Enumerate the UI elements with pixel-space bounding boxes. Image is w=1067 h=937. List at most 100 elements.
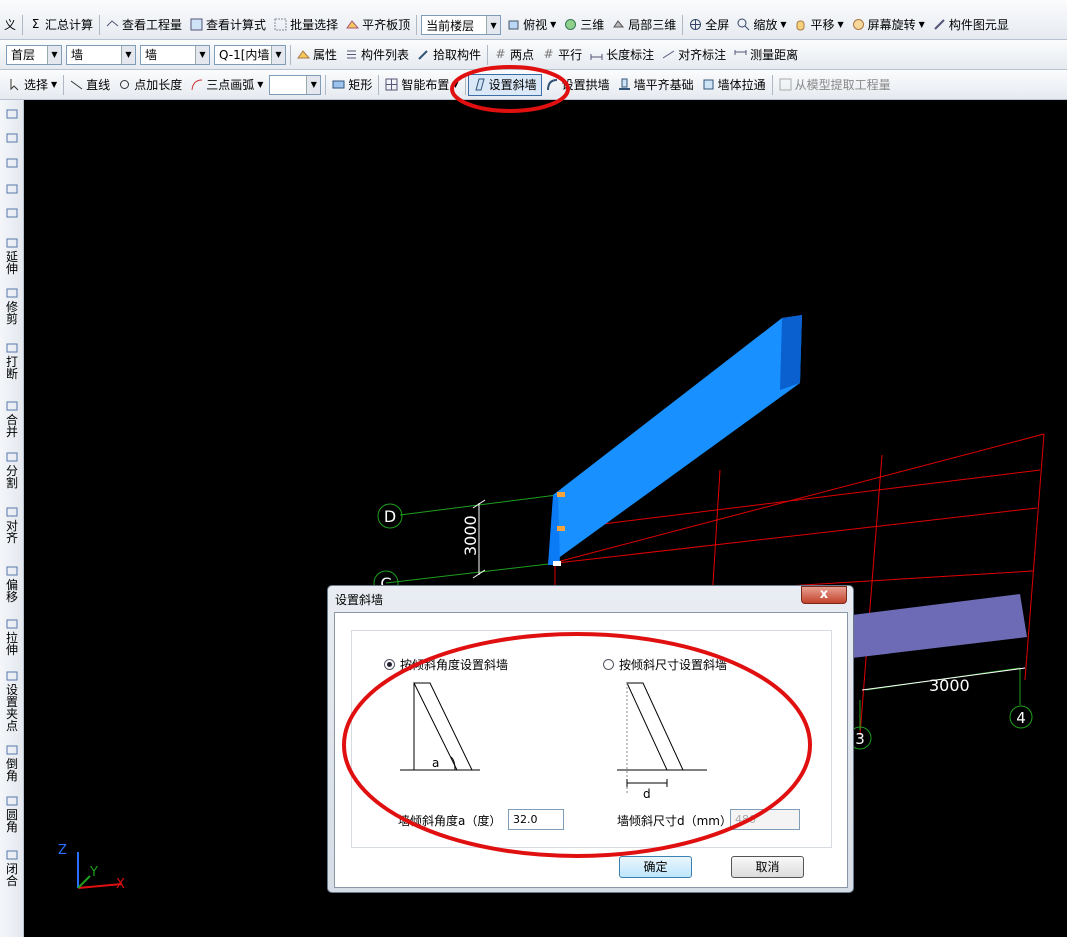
left-tool-rotate[interactable] — [2, 207, 22, 221]
view-formula-button[interactable]: 查看计算式 — [186, 13, 270, 35]
left-tool-trim[interactable]: 修剪 — [2, 287, 22, 325]
divider — [464, 74, 466, 95]
type-select[interactable]: 墙 ▼ — [140, 44, 210, 65]
radio-by-size[interactable]: 按倾斜尺寸设置斜墙 — [603, 656, 727, 673]
point-length-tool[interactable]: 点加长度 — [114, 74, 186, 96]
point-length-icon — [120, 80, 130, 89]
divider — [99, 15, 101, 35]
svg-text:Z: Z — [58, 843, 67, 858]
menu-partial-item[interactable]: 义 — [0, 13, 20, 35]
select-tool[interactable]: 选择 ▼ — [4, 74, 61, 96]
divider — [378, 74, 380, 95]
left-tool-stretch[interactable]: 拉伸 — [2, 618, 22, 656]
hand-icon — [796, 20, 805, 30]
zoom-button[interactable]: 缩放 ▼ — [733, 13, 790, 35]
grid-icon — [385, 78, 398, 91]
left-tool-split[interactable]: 分割 — [2, 451, 22, 489]
left-tool-fillet[interactable]: 圆角 — [2, 795, 22, 833]
left-tool-grip[interactable]: 设置夹点 — [2, 670, 22, 732]
left-tool-extend[interactable]: 延伸 — [2, 237, 22, 275]
chevron-down-icon: ▼ — [486, 16, 501, 34]
view-quantity-button[interactable]: 查看工程量 — [102, 13, 186, 35]
size-input[interactable]: 480 — [730, 809, 800, 830]
left-tool-copy[interactable] — [2, 132, 22, 146]
left-tool-brush[interactable] — [2, 108, 22, 122]
arch-wall-icon — [546, 79, 557, 91]
slanted-wall-shade — [780, 315, 802, 390]
align-slab-button[interactable]: 平齐板顶 — [342, 13, 414, 35]
wall-grip-point[interactable] — [557, 526, 565, 531]
close-shape-icon — [5, 849, 19, 861]
ok-button[interactable]: 确定 — [619, 856, 692, 878]
angle-input[interactable]: 32.0 — [508, 809, 564, 830]
close-button[interactable]: x — [801, 586, 847, 604]
wall-align-foundation-button[interactable]: 墙平齐基础 — [614, 74, 698, 96]
measure-distance-button[interactable]: 测量距离 — [730, 44, 802, 66]
merge-icon — [5, 400, 19, 412]
chevron-down-icon: ▼ — [121, 45, 135, 64]
arc-option-select[interactable]: ▼ — [269, 74, 322, 95]
display-icon — [934, 18, 945, 30]
draw-toolbar: 选择 ▼ 直线 点加长度 三点画弧 ▼ ▼ 矩形 智能布置 ▼ 设置斜墙 设置拱墙 墙… — [0, 70, 1067, 100]
align-dim-icon — [662, 50, 675, 59]
left-tool-offset[interactable]: 偏移 — [2, 565, 22, 603]
divider — [771, 74, 773, 95]
rectangle-tool[interactable]: 矩形 — [328, 74, 376, 96]
wall-stretch-button[interactable]: 墙体拉通 — [698, 74, 770, 96]
close-icon: x — [819, 587, 829, 602]
component-list-button[interactable]: 构件列表 — [341, 44, 413, 66]
batch-select-button[interactable]: 批量选择 — [270, 13, 342, 35]
set-arch-wall-button[interactable]: 设置拱墙 — [542, 74, 614, 96]
break-icon — [5, 342, 19, 354]
left-tool-close-shape[interactable]: 闭合 — [2, 849, 22, 887]
slant-wall-icon — [474, 78, 485, 91]
cancel-button[interactable]: 取消 — [731, 856, 804, 878]
left-tool-align[interactable]: 对齐 — [2, 506, 22, 544]
extract-from-model-button[interactable]: 从模型提取工程量 — [775, 74, 895, 96]
smart-layout-button[interactable]: 智能布置 ▼ — [381, 74, 462, 96]
local-3d-button[interactable]: 局部三维 — [608, 13, 680, 35]
radio-by-angle[interactable]: 按倾斜角度设置斜墙 — [384, 656, 508, 673]
divider — [22, 15, 24, 35]
hash-icon: # — [495, 47, 506, 61]
left-tool-move[interactable] — [2, 183, 22, 197]
wall-grip-point[interactable] — [553, 561, 561, 566]
size-field-label: 墙倾斜尺寸d（mm） — [617, 814, 732, 828]
three-d-button[interactable]: 三维 — [560, 13, 608, 35]
top-view-button[interactable]: 俯视 ▼ — [503, 13, 560, 35]
stretch-icon — [5, 618, 19, 630]
3d-icon — [565, 18, 577, 30]
set-slant-wall-button[interactable]: 设置斜墙 — [467, 73, 542, 96]
floor-dropdown[interactable]: 当前楼层 ▼ — [421, 15, 502, 35]
parallel-button[interactable]: # 平行 — [538, 44, 586, 66]
component-select[interactable]: Q-1[内墙 ▼ — [214, 44, 286, 65]
pan-button[interactable]: 平移 ▼ — [790, 13, 847, 35]
svg-text:4: 4 — [1016, 709, 1026, 727]
length-mark-button[interactable]: 长度标注 — [586, 44, 658, 66]
left-tool-merge[interactable]: 合并 — [2, 400, 22, 438]
svg-text:a: a — [432, 756, 439, 770]
category-select[interactable]: 墙 ▼ — [66, 44, 136, 65]
two-points-button[interactable]: # 两点 — [490, 44, 538, 66]
component-display-button[interactable]: 构件图元显 — [929, 13, 1013, 35]
left-tool-chamfer[interactable]: 倒角 — [2, 744, 22, 782]
fillet-icon — [5, 795, 19, 807]
rotate-screen-button[interactable]: 屏幕旋转 ▼ — [848, 13, 929, 35]
full-screen-button[interactable]: 全屏 — [685, 13, 733, 35]
floor-select[interactable]: 首层 ▼ — [6, 44, 62, 65]
wall-grip-point[interactable] — [557, 492, 565, 497]
sum-calc-button[interactable]: Σ 汇总计算 — [25, 13, 97, 35]
option-group: 按倾斜角度设置斜墙 按倾斜尺寸设置斜墙 a d 墙倾斜角度a（度） 32.0 墙… — [351, 630, 832, 848]
properties-button[interactable]: 属性 — [293, 44, 341, 66]
line-tool[interactable]: 直线 — [66, 74, 114, 96]
three-point-arc-tool[interactable]: 三点画弧 ▼ — [186, 74, 267, 96]
arc-icon — [191, 79, 203, 91]
zoom-icon — [737, 18, 750, 30]
left-tool-mirror[interactable] — [2, 157, 22, 171]
align-mark-button[interactable]: 对齐标注 — [658, 44, 730, 66]
wall-stretch-icon — [703, 79, 714, 90]
svg-text:D: D — [384, 507, 396, 526]
left-tool-break[interactable]: 打断 — [2, 342, 22, 380]
angle-field-label: 墙倾斜角度a（度） — [398, 814, 502, 828]
pick-component-button[interactable]: 拾取构件 — [413, 44, 485, 66]
